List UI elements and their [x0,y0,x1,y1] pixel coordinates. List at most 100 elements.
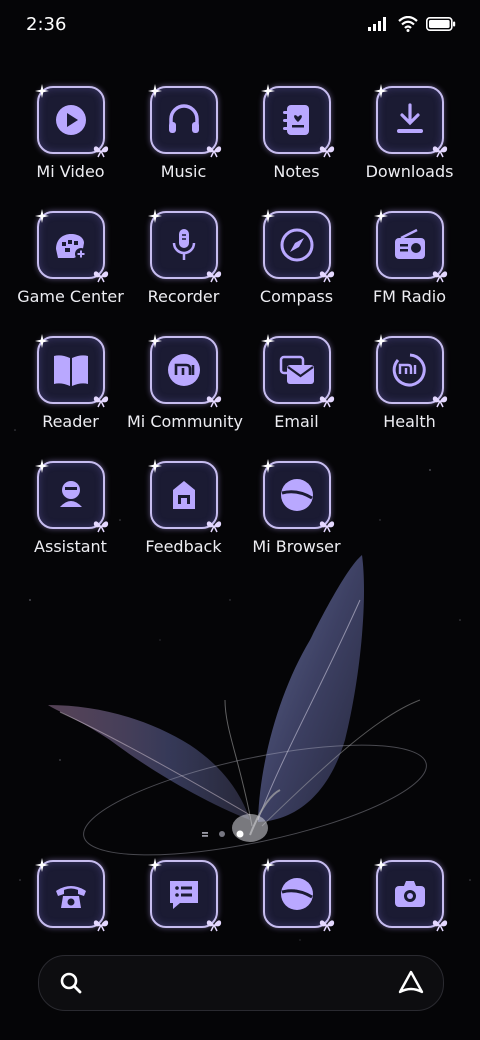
app-icon-tile[interactable] [373,334,447,408]
app-health[interactable]: Health [353,334,466,431]
app-icon-tile[interactable] [147,84,221,158]
page-dot[interactable] [219,831,225,837]
butterfly-icon [319,271,334,283]
phone-icon [55,886,86,908]
app-icon-tile[interactable] [260,84,334,158]
sparkle-icon [34,858,49,872]
page-dot-active[interactable] [236,830,244,838]
sparkle-icon [34,459,49,473]
sparkle-icon [147,858,162,872]
butterfly-icon [206,521,221,533]
assistant-icon [59,481,82,507]
search-bar[interactable] [38,955,444,1011]
play-icon [55,105,86,135]
sparkle-icon [260,334,275,348]
book-icon [53,355,88,386]
app-icon-tile[interactable] [147,459,221,533]
app-icon-tile[interactable] [147,858,221,932]
app-label: Compass [259,287,334,306]
app-icon-tile[interactable] [147,334,221,408]
app-icon-tile[interactable] [34,84,108,158]
sparkle-icon [260,858,275,872]
app-fm-radio[interactable]: FM Radio [353,209,466,306]
butterfly-icon [206,146,221,158]
browser-icon [280,878,313,910]
search-input[interactable] [97,966,381,1000]
app-label: Notes [273,162,320,181]
mi-logo-icon [167,354,200,386]
page-indicator [202,830,244,838]
butterfly-icon [319,396,334,408]
signal-icon [368,17,386,31]
sparkle-icon [373,209,388,223]
sparkle-icon [147,334,162,348]
app-icon-tile[interactable] [34,459,108,533]
butterfly-icon [319,920,334,932]
app-label: Email [274,412,319,431]
app-game-center[interactable]: Game Center [14,209,127,306]
sparkle-icon [373,84,388,98]
app-label: Mi Video [36,162,105,181]
butterfly-icon [206,396,221,408]
butterfly-icon [93,146,108,158]
sparkle-icon [260,84,275,98]
app-icon-tile[interactable] [34,858,108,932]
app-feedback[interactable]: Feedback [127,459,240,556]
compass-icon [280,228,313,262]
app-icon-tile[interactable] [147,209,221,283]
dock-camera[interactable] [353,858,466,932]
butterfly-icon [432,396,447,408]
app-mi-browser[interactable]: Mi Browser [240,459,353,556]
voice-assistant-icon[interactable] [397,969,425,997]
dock-browser[interactable] [240,858,353,932]
app-icon-tile[interactable] [373,84,447,158]
sparkle-icon [147,84,162,98]
app-recorder[interactable]: Recorder [127,209,240,306]
sparkle-icon [260,459,275,473]
app-icon-tile[interactable] [260,209,334,283]
download-icon [396,103,423,133]
app-label: Health [383,412,436,431]
app-icon-tile[interactable] [34,334,108,408]
app-icon-tile[interactable] [260,459,334,533]
battery-icon [426,17,456,31]
app-email[interactable]: Email [240,334,353,431]
app-mi-video[interactable]: Mi Video [14,84,127,181]
microphone-icon [172,229,195,260]
app-icon-tile[interactable] [373,858,447,932]
health-icon [392,353,426,387]
app-music[interactable]: Music [127,84,240,181]
app-label: Reader [42,412,99,431]
dock-messages[interactable] [127,858,240,932]
app-icon-tile[interactable] [260,858,334,932]
app-icon-tile[interactable] [373,209,447,283]
app-downloads[interactable]: Downloads [353,84,466,181]
browser-icon [280,479,313,511]
sparkle-icon [147,459,162,473]
sparkle-icon [147,209,162,223]
status-time: 2:36 [26,14,67,35]
app-label: Recorder [147,287,220,306]
app-assistant[interactable]: Assistant [14,459,127,556]
app-label: Mi Browser [252,537,341,556]
dock-phone[interactable] [14,858,127,932]
sparkle-icon [34,84,49,98]
app-mi-community[interactable]: Mi Community [127,334,243,431]
app-label: Game Center [17,287,124,306]
butterfly-icon [319,146,334,158]
app-notes[interactable]: Notes [240,84,353,181]
butterfly-icon [93,271,108,283]
feedback-icon [172,481,195,509]
butterfly-icon [319,521,334,533]
app-reader[interactable]: Reader [14,334,127,431]
messages-icon [169,881,198,909]
sparkle-icon [260,209,275,223]
app-compass[interactable]: Compass [240,209,353,306]
app-label: FM Radio [372,287,447,306]
app-icon-tile[interactable] [34,209,108,283]
app-label: Feedback [145,537,222,556]
app-label: Assistant [34,537,107,556]
app-icon-tile[interactable] [260,334,334,408]
butterfly-icon [432,920,447,932]
butterfly-icon [206,271,221,283]
